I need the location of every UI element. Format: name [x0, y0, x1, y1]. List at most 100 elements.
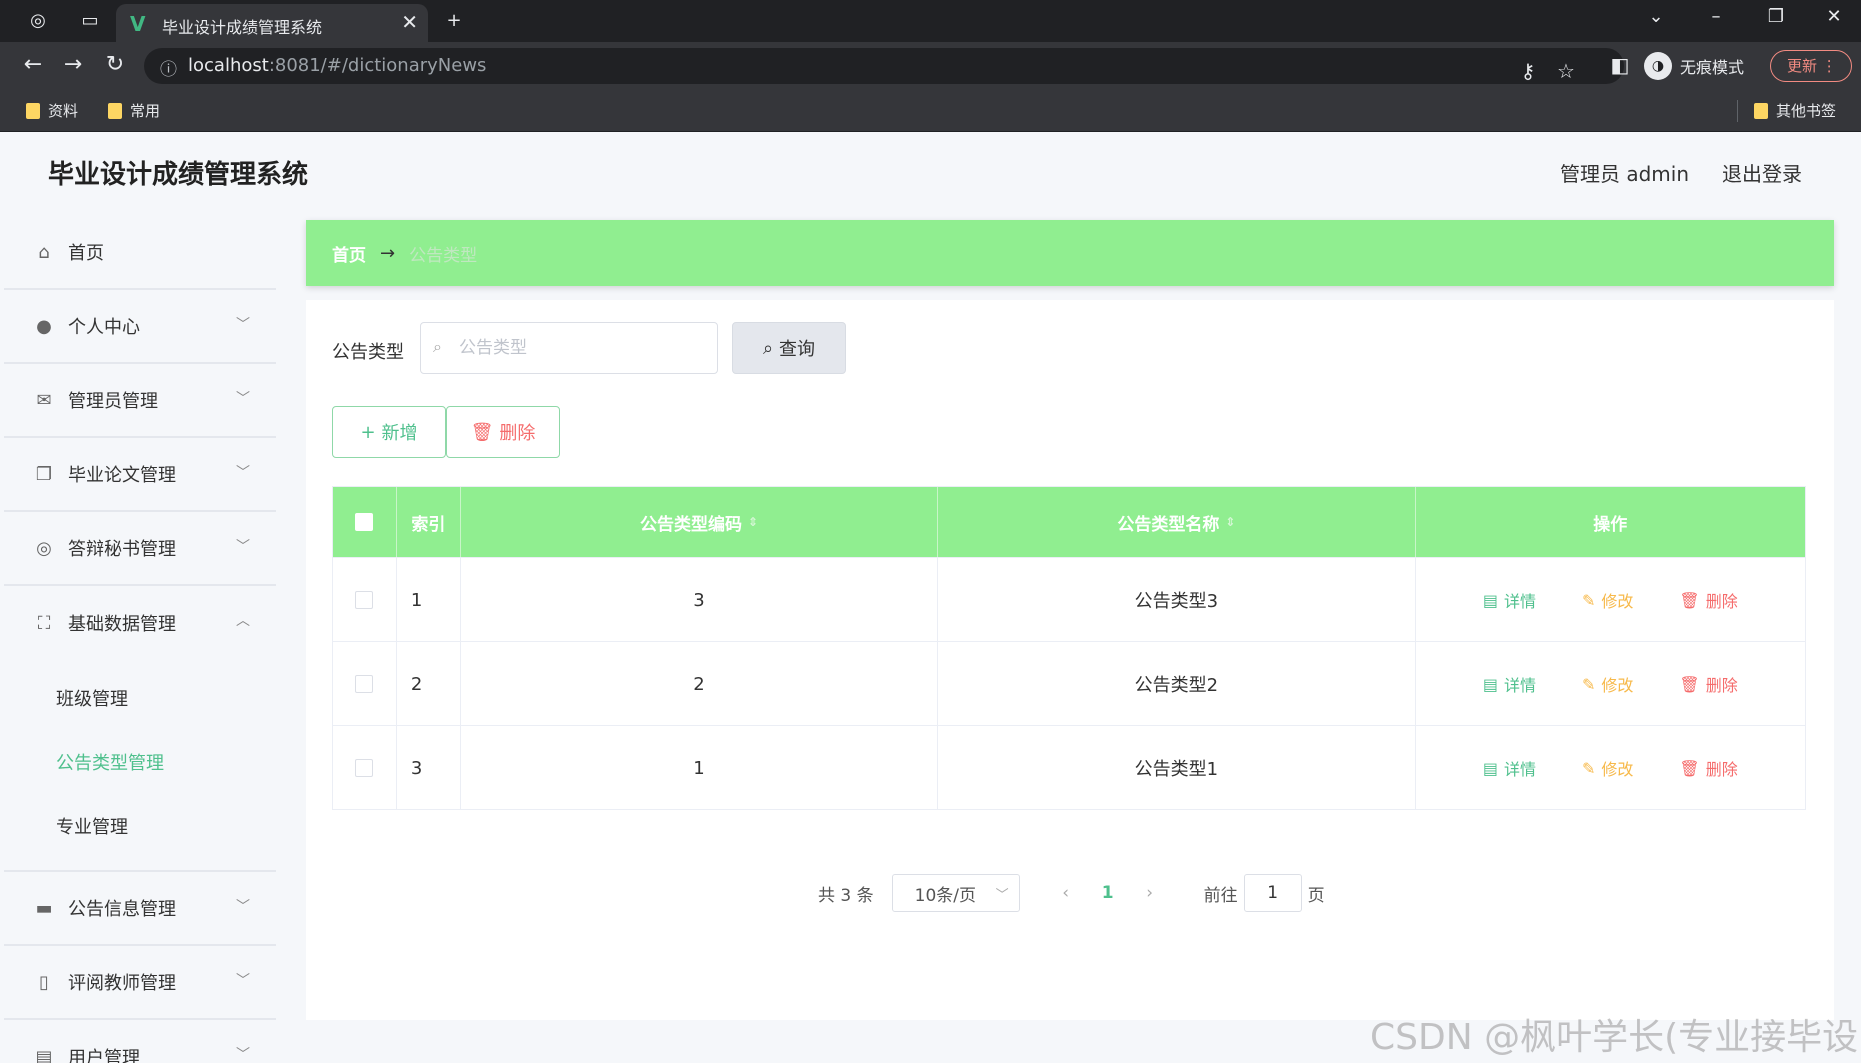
close-window-icon[interactable]: ✕ — [1814, 6, 1854, 27]
bookmark-folder-other[interactable]: 其他书签 — [1754, 100, 1836, 121]
query-button[interactable]: ⌕ 查询 — [732, 322, 846, 374]
sidebar-item-personal-center[interactable]: ● 个人中心 ﹀ — [4, 290, 276, 364]
update-button[interactable]: 更新 ⋮ — [1770, 50, 1852, 82]
row-checkbox[interactable] — [355, 675, 374, 693]
select-all-checkbox[interactable] — [355, 513, 374, 531]
folder-icon — [26, 102, 40, 119]
browser-tab-bar: ◎ ▭ V 毕业设计成绩管理系统 ✕ + ⌄ – ❐ ✕ — [0, 0, 1861, 42]
row-checkbox[interactable] — [355, 759, 374, 777]
header-select-all[interactable] — [333, 487, 397, 557]
search-icon: ⌕ — [762, 337, 774, 359]
edit-button[interactable]: ✎ 修改 — [1572, 748, 1643, 788]
sidebar: ⌂ 首页 ● 个人中心 ﹀ ✉ 管理员管理 ﹀ ❐ 毕业论文管理 ﹀ ◎ 答辩秘… — [4, 216, 276, 1063]
logout-link[interactable]: 退出登录 — [1722, 158, 1802, 187]
bookmark-divider — [1737, 100, 1738, 122]
sidebar-item-notice-info[interactable]: ▬ 公告信息管理 ﹀ — [4, 872, 276, 946]
arrow-right-icon: → — [380, 242, 396, 264]
batch-delete-button[interactable]: 🗑 删除 — [446, 406, 560, 458]
side-panel-icon[interactable]: ◧ — [1606, 53, 1634, 77]
prev-page-icon[interactable]: ‹ — [1048, 883, 1084, 903]
sidebar-item-users[interactable]: ▤ 用户管理 ﹀ — [4, 1020, 276, 1063]
url-field[interactable]: ⓘ localhost:8081/#/dictionaryNews ⚷ ☆ — [144, 48, 1624, 84]
app-title: 毕业设计成绩管理系统 — [48, 160, 309, 190]
edit-icon: ✎ — [1581, 590, 1596, 610]
globe-icon[interactable]: ◎ — [24, 8, 52, 34]
breadcrumb: 首页 → 公告类型 — [306, 220, 1834, 286]
edit-icon: ✎ — [1581, 758, 1596, 778]
column-header-code[interactable]: 公告类型编码 ⇕ — [461, 487, 939, 557]
table-row: 3 1 公告类型1 ▤ 详情 ✎ 修改 🗑 删除 — [333, 725, 1805, 810]
copy-icon: ❐ — [35, 463, 53, 485]
detail-button[interactable]: ▤ 详情 — [1473, 748, 1546, 788]
column-header-name[interactable]: 公告类型名称 ⇕ — [938, 487, 1416, 557]
cell-code: 1 — [461, 726, 939, 810]
plus-icon: + — [360, 421, 376, 443]
sidebar-item-home[interactable]: ⌂ 首页 — [4, 216, 276, 290]
tab-search-chevron-icon[interactable]: ⌄ — [1636, 6, 1676, 27]
chevron-down-icon: ﹀ — [236, 391, 250, 407]
incognito-label: 无痕模式 — [1680, 58, 1745, 77]
add-button[interactable]: + 新增 — [332, 406, 446, 458]
pagination-total: 共 3 条 — [818, 885, 874, 906]
tab-strip-icon[interactable]: ▭ — [76, 8, 104, 34]
document-icon: ▤ — [1482, 590, 1498, 610]
page-number-current[interactable]: 1 — [1088, 883, 1128, 903]
delete-button[interactable]: 🗑 删除 — [1669, 664, 1747, 704]
sidebar-item-defense-secretary[interactable]: ◎ 答辩秘书管理 ﹀ — [4, 512, 276, 586]
pagination: 共 3 条 10条/页 ﹀ ‹ 1 › 前往 1 页 — [818, 874, 1325, 912]
fullscreen-icon: ⛶ — [37, 612, 51, 634]
sidebar-item-reviewer[interactable]: ▯ 评阅教师管理 ﹀ — [4, 946, 276, 1020]
goto-page-input[interactable]: 1 — [1243, 874, 1302, 912]
back-icon[interactable]: ← — [18, 52, 48, 77]
delete-button[interactable]: 🗑 删除 — [1669, 748, 1747, 788]
new-tab-icon[interactable]: + — [440, 8, 468, 34]
bookmark-folder-changyong[interactable]: 常用 — [108, 100, 160, 121]
search-icon: ⌕ — [433, 337, 442, 356]
reload-icon[interactable]: ↻ — [100, 52, 130, 77]
search-input-wrapper[interactable]: ⌕ — [420, 322, 718, 374]
minimize-icon[interactable]: – — [1696, 6, 1736, 27]
sort-icon[interactable]: ⇕ — [1225, 515, 1235, 529]
key-icon[interactable]: ⚷ — [1514, 59, 1542, 83]
detail-button[interactable]: ▤ 详情 — [1473, 580, 1546, 620]
submenu-basic-data: 班级管理 公告类型管理 专业管理 — [4, 660, 276, 872]
folder-icon — [108, 102, 122, 119]
bookmark-folder-ziliao[interactable]: 资料 — [26, 100, 78, 121]
watermark: CSDN @枫叶学长(专业接毕设) — [1370, 1017, 1861, 1058]
incognito-icon: ◑ — [1644, 52, 1672, 80]
sidebar-subitem-major[interactable]: 专业管理 — [4, 796, 276, 860]
incognito-indicator[interactable]: ◑ 无痕模式 — [1644, 50, 1744, 82]
breadcrumb-current: 公告类型 — [409, 245, 478, 266]
page-suffix: 页 — [1307, 885, 1325, 906]
sidebar-item-basic-data[interactable]: ⛶ 基础数据管理 ︿ — [4, 586, 276, 660]
vue-logo-icon: V — [130, 12, 146, 36]
cell-name: 公告类型1 — [938, 726, 1416, 810]
forward-icon[interactable]: → — [58, 52, 88, 77]
sidebar-subitem-notice-type[interactable]: 公告类型管理 — [4, 732, 276, 796]
chevron-down-icon: ﹀ — [236, 1047, 250, 1063]
row-checkbox[interactable] — [355, 591, 374, 609]
search-input[interactable] — [459, 335, 709, 361]
next-page-icon[interactable]: › — [1132, 883, 1168, 903]
edit-button[interactable]: ✎ 修改 — [1572, 664, 1643, 704]
table-row: 2 2 公告类型2 ▤ 详情 ✎ 修改 🗑 删除 — [333, 641, 1805, 726]
browser-tab-active[interactable]: V 毕业设计成绩管理系统 ✕ — [116, 4, 428, 42]
trash-icon: 🗑 — [1679, 674, 1700, 694]
tab-title: 毕业设计成绩管理系统 — [162, 18, 323, 37]
star-icon[interactable]: ☆ — [1552, 59, 1580, 83]
sidebar-subitem-class[interactable]: 班级管理 — [4, 668, 276, 732]
restore-icon[interactable]: ❐ — [1756, 6, 1796, 27]
breadcrumb-home[interactable]: 首页 — [332, 241, 366, 266]
chevron-down-icon: ﹀ — [236, 899, 250, 915]
delete-button[interactable]: 🗑 删除 — [1669, 580, 1747, 620]
sort-icon[interactable]: ⇕ — [748, 515, 758, 529]
page-size-select[interactable]: 10条/页 ﹀ — [891, 874, 1020, 912]
edit-icon: ✎ — [1581, 674, 1596, 694]
app-root: 毕业设计成绩管理系统 管理员 admin 退出登录 ⌂ 首页 ● 个人中心 ﹀ … — [4, 132, 1861, 1063]
edit-button[interactable]: ✎ 修改 — [1572, 580, 1643, 620]
close-tab-icon[interactable]: ✕ — [401, 10, 418, 34]
sidebar-item-thesis-management[interactable]: ❐ 毕业论文管理 ﹀ — [4, 438, 276, 512]
site-info-icon[interactable]: ⓘ — [160, 55, 177, 80]
sidebar-item-admin-management[interactable]: ✉ 管理员管理 ﹀ — [4, 364, 276, 438]
detail-button[interactable]: ▤ 详情 — [1473, 664, 1546, 704]
